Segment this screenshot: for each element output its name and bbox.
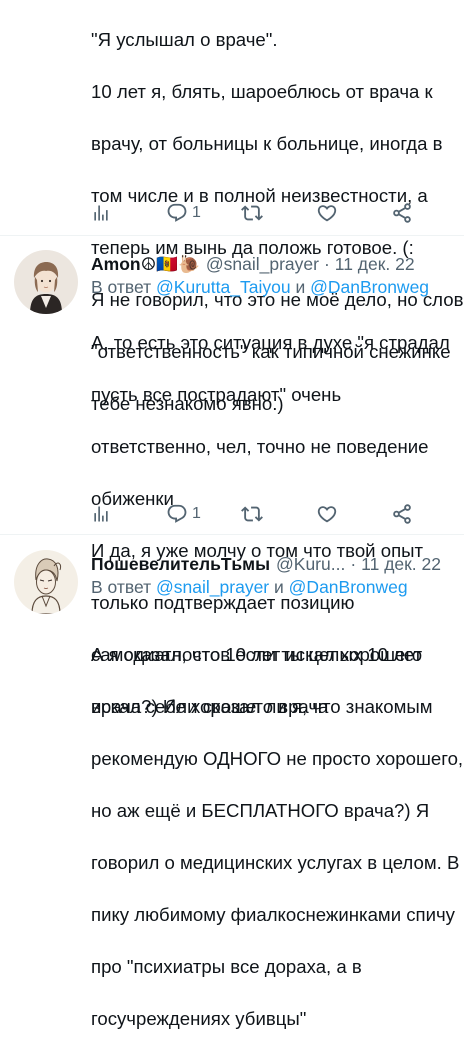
tweet-3-line: врача?) Или сказал ли я, что знакомым (91, 696, 433, 717)
reply-to: В ответ @Kurutta_Taiyou и @DanBronweg (91, 277, 429, 298)
reply-prefix: В ответ (91, 277, 152, 297)
retweet-button[interactable] (241, 503, 263, 525)
tweet-3-line: про "психиатры все дораха, а в (91, 956, 362, 977)
share-icon (393, 504, 411, 524)
retweet-icon (241, 205, 263, 221)
views-icon (94, 205, 108, 221)
reply-to: В ответ @snail_prayer и @DanBronweg (91, 577, 408, 598)
tweet-2-line: А, то есть это ситуация в духе "я страда… (91, 332, 450, 353)
reply-button[interactable]: 1 (166, 503, 201, 525)
reply-count: 1 (192, 505, 201, 522)
tweet-3-line: рекомендую ОДНОГО не просто хорошего, (91, 748, 464, 769)
tweet-2[interactable]: Amon☮🇲🇩🐌 @snail_prayer · 11 дек. 22 В от… (0, 236, 464, 717)
tweet-1-line: "Я услышал о враче". (91, 29, 278, 50)
tweet-3-text: А я сказал, что 10 лет искал хорошего вр… (91, 616, 464, 1058)
tweet-3-line: пику любимому фиалкоснежинками спичу (91, 904, 455, 925)
tweet-3-header: ПошевелительТьмы @Kuru... · 11 дек. 22 (91, 551, 441, 577)
avatar-image (14, 250, 78, 314)
tweet-3-line: госучреждениях убивцы" (91, 1008, 307, 1029)
avatar-image (14, 550, 78, 614)
retweet-button[interactable] (241, 202, 263, 224)
display-name[interactable]: ПошевелительТьмы (91, 554, 270, 575)
share-button[interactable] (391, 503, 413, 525)
tweet-1-line: врачу, от больницы к больнице, иногда в (91, 133, 443, 154)
tweet-2-actions: 1 (91, 502, 421, 526)
mention-link[interactable]: @DanBronweg (289, 577, 408, 597)
mention-link[interactable]: @snail_prayer (156, 577, 269, 597)
tweet-2-line: ответственно, чел, точно не поведение (91, 436, 429, 457)
like-button[interactable] (316, 503, 338, 525)
mention-link[interactable]: @DanBronweg (310, 277, 429, 297)
like-icon (317, 506, 337, 523)
reply-icon (167, 203, 187, 222)
tweet-2-line: пусть все пострадают" очень (91, 384, 342, 405)
retweet-icon (241, 506, 263, 522)
separator: · (350, 553, 357, 574)
avatar[interactable] (14, 250, 78, 314)
reply-icon (167, 504, 187, 523)
tweet-1[interactable]: "Я услышал о враче". 10 лет я, блять, ша… (0, 0, 464, 414)
views-button[interactable] (91, 504, 111, 524)
reply-and: и (274, 577, 284, 597)
divider (0, 534, 464, 535)
tweet-1-actions: 1 (91, 201, 421, 225)
mention-link[interactable]: @Kurutta_Taiyou (156, 277, 291, 297)
reply-button[interactable]: 1 (166, 202, 201, 224)
views-icon (94, 506, 108, 522)
like-icon (317, 205, 337, 222)
timestamp[interactable]: 11 дек. 22 (361, 554, 441, 575)
tweet-3-line: А я сказал, что 10 лет искал хорошего (91, 644, 423, 665)
views-button[interactable] (91, 203, 111, 223)
reply-and: и (295, 277, 306, 297)
display-name[interactable]: Amon☮🇲🇩🐌 (91, 254, 200, 275)
share-button[interactable] (391, 202, 413, 224)
share-icon (393, 203, 411, 223)
like-button[interactable] (316, 202, 338, 224)
separator: · (323, 253, 330, 274)
handle[interactable]: @snail_prayer (206, 254, 319, 275)
tweet-1-line: 10 лет я, блять, шароеблюсь от врача к (91, 81, 433, 102)
reply-count: 1 (192, 204, 201, 221)
tweet-2-header: Amon☮🇲🇩🐌 @snail_prayer · 11 дек. 22 (91, 251, 415, 277)
avatar[interactable] (14, 550, 78, 614)
tweet-3-line: но аж ещё и БЕСПЛАТНОГО врача?) Я (91, 800, 430, 821)
tweet-3-line: говорил о медицинских услугах в целом. В (91, 852, 460, 873)
timestamp[interactable]: 11 дек. 22 (335, 254, 415, 275)
reply-prefix: В ответ (91, 577, 152, 597)
handle[interactable]: @Kuru... (276, 554, 345, 575)
